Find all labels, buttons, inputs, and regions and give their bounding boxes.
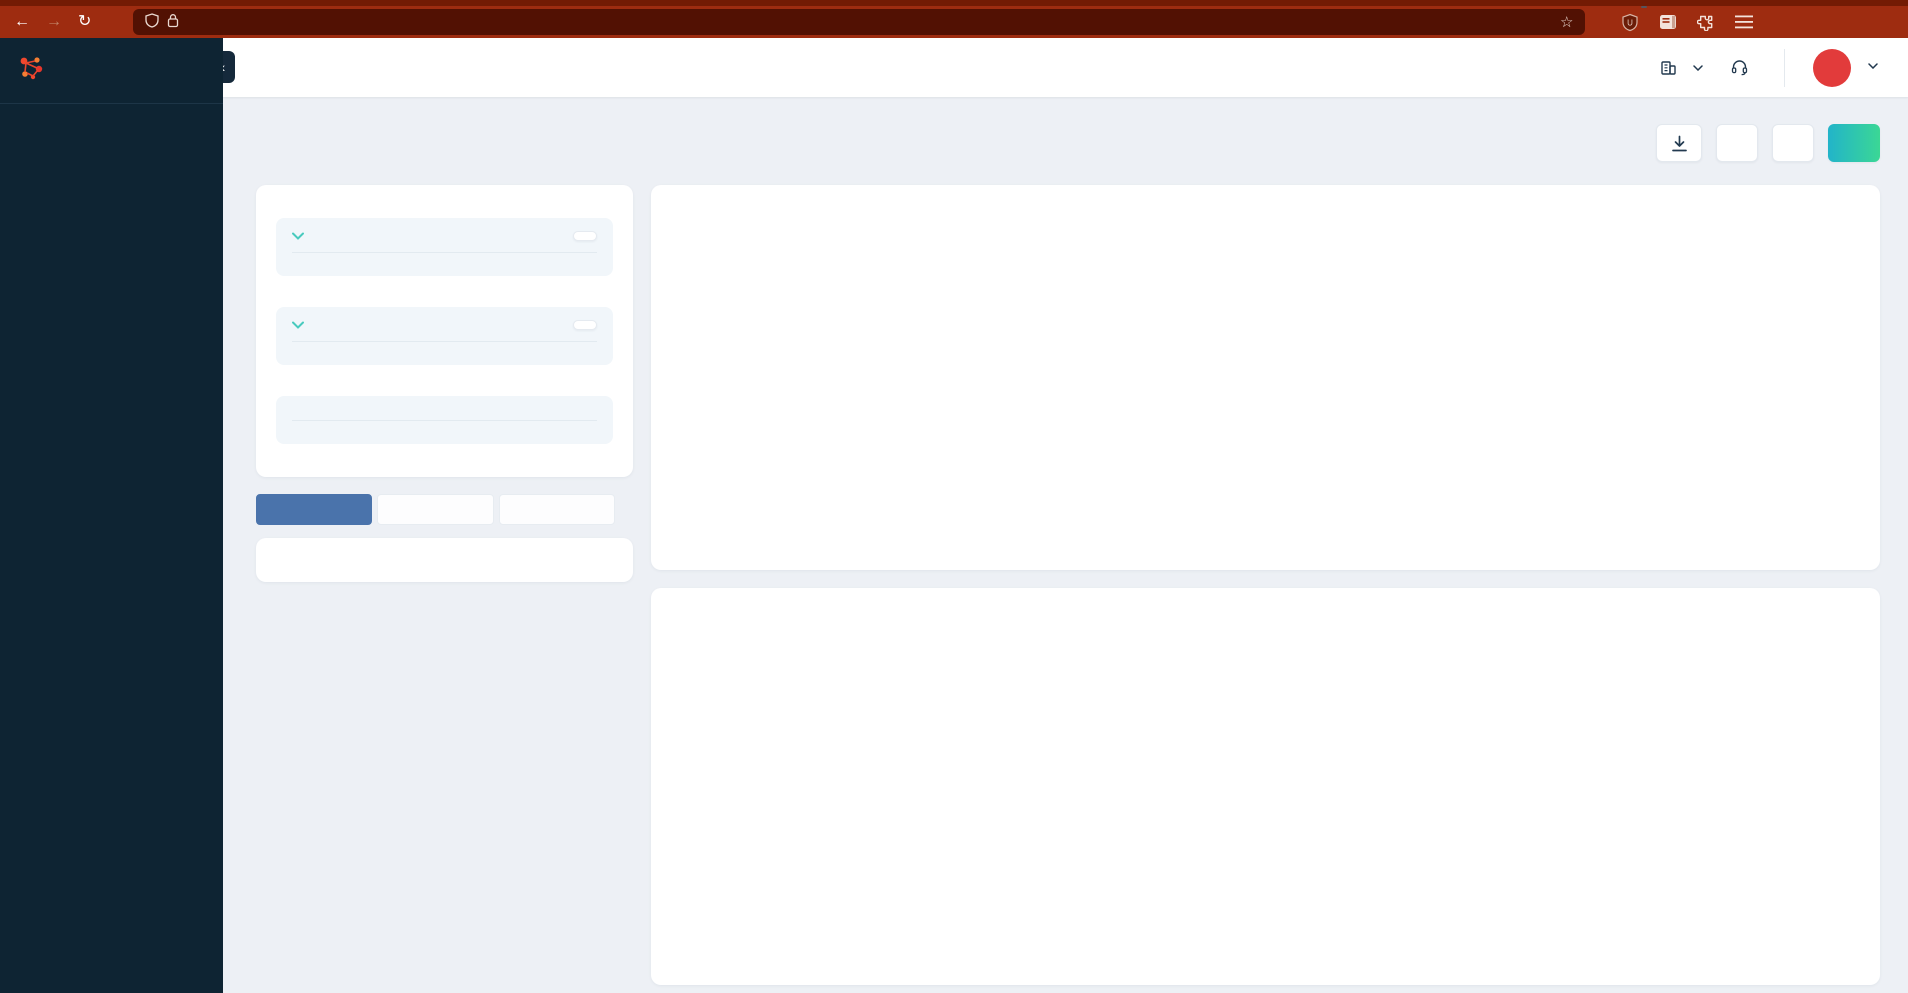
forward-icon[interactable]: →	[46, 14, 62, 30]
header-divider	[1784, 48, 1785, 87]
stat-delta-badge	[573, 231, 597, 241]
brand-logo-row[interactable]	[0, 38, 223, 104]
bookmark-star-icon[interactable]: ☆	[1560, 13, 1573, 31]
headset-icon	[1731, 60, 1748, 76]
line-chart-card	[651, 588, 1880, 985]
lock-icon	[167, 13, 179, 31]
highest-probability-stat	[276, 307, 613, 365]
reassessment-button[interactable]	[1828, 124, 1880, 162]
tab-quarterly[interactable]	[377, 494, 494, 525]
avatar	[1813, 48, 1851, 87]
edit-risk-profile-button[interactable]	[1716, 124, 1758, 162]
extension-badge	[1641, 5, 1648, 8]
tab-annual[interactable]	[256, 494, 373, 525]
tracking-shield-icon[interactable]	[145, 13, 160, 31]
risk-list-card	[256, 538, 633, 582]
risk-stats-card	[256, 185, 633, 477]
get-support-link[interactable]	[1731, 59, 1756, 76]
next-report-button[interactable]	[1772, 124, 1814, 162]
reload-icon[interactable]: ↻	[78, 14, 91, 30]
building-icon	[1661, 60, 1676, 75]
download-report-button[interactable]	[1656, 124, 1702, 162]
chevron-down-icon	[1693, 64, 1703, 71]
adblock-extension-icon[interactable]: U	[1621, 5, 1648, 32]
back-icon[interactable]: ←	[14, 14, 30, 30]
tab-weekly[interactable]	[498, 494, 615, 525]
browser-toolbar: ← → ↻ ☆ U	[0, 5, 1908, 38]
stat-delta-badge	[573, 320, 597, 330]
content-area	[223, 97, 1908, 993]
sidebar	[0, 38, 223, 993]
sidebars-icon[interactable]	[1659, 14, 1677, 30]
highest-impact-stat	[276, 218, 613, 276]
caret-down-icon	[292, 321, 304, 329]
caret-down-icon	[292, 232, 304, 240]
impact-probability-scatter-chart	[675, 235, 1856, 557]
top-header: ‹	[211, 38, 1908, 97]
user-name	[1862, 63, 1878, 69]
extensions-puzzle-icon[interactable]	[1697, 13, 1715, 31]
company-profile-menu[interactable]	[1660, 60, 1703, 76]
menu-hamburger-icon[interactable]	[1735, 15, 1754, 29]
svg-text:U: U	[1628, 18, 1634, 27]
browser-chrome: ← → ↻ ☆ U	[0, 0, 1908, 38]
chevron-down-icon	[1868, 63, 1878, 69]
download-icon	[1671, 135, 1687, 151]
user-menu[interactable]	[1813, 48, 1878, 87]
highest-overall-stat	[276, 396, 613, 444]
app-window: ← → ↻ ☆ U	[0, 0, 1908, 993]
period-tabs	[256, 494, 633, 525]
url-bar[interactable]: ☆	[133, 9, 1586, 35]
risk-exposure-line-chart	[675, 638, 1856, 972]
trustelements-logo-icon	[16, 53, 46, 88]
scatter-chart-card	[651, 185, 1880, 570]
